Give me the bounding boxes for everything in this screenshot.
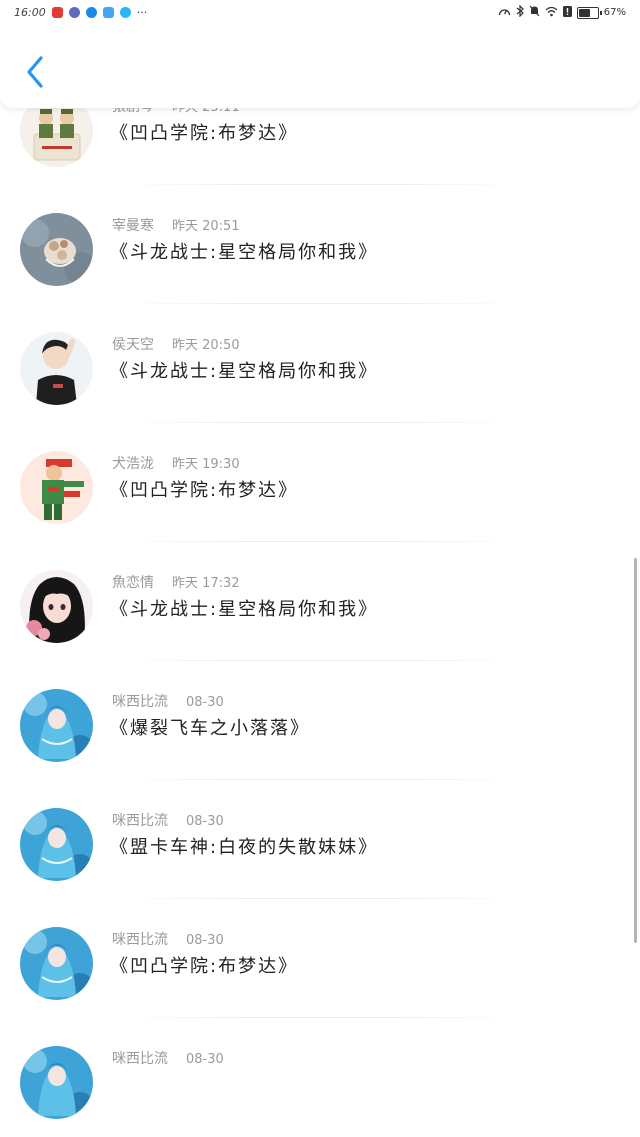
back-button[interactable] [18,54,52,94]
notification-app-icon [85,7,97,18]
notification-app-icon [68,7,80,18]
item-title[interactable]: 《斗龙战士:星空格局你和我》 [110,595,378,621]
item-user: 魚恋情 [112,575,154,591]
item-title[interactable]: 《斗龙战士:星空格局你和我》 [110,357,378,383]
list-item[interactable]: 魚恋情 昨天 17:32 《斗龙战士:星空格局你和我》 [0,542,640,661]
item-time: 08-30 [186,933,224,948]
item-time: 08-30 [186,814,224,829]
list-item[interactable]: 咪西比流 08-30 [0,1018,640,1137]
item-title[interactable]: 《盟卡车神:白夜的失散妹妹》 [110,833,378,859]
item-meta: 宰曼寒 昨天 20:51 [112,215,240,235]
blue-anime-avatar[interactable] [20,689,93,762]
item-user: 侯天空 [112,337,154,353]
item-user: 咪西比流 [112,813,168,829]
status-bar: 16:00 ··· 67% [0,0,640,26]
item-time: 08-30 [186,1052,224,1067]
flower-cup-avatar[interactable] [20,213,93,286]
alert-icon [562,5,572,20]
battery-percent: 67% [603,7,626,18]
item-meta: 魚恋情 昨天 17:32 [112,572,240,592]
item-user: 咪西比流 [112,694,168,710]
item-user: 犬浩泷 [112,456,154,472]
speed-icon [498,5,511,20]
item-title[interactable]: 《凹凸学院:布梦达》 [110,952,298,978]
mute-bell-icon [529,5,540,20]
item-meta: 侯天空 昨天 20:50 [112,334,240,354]
chevron-left-icon [24,55,46,93]
scrollbar[interactable] [634,558,637,943]
wifi-icon [545,6,558,20]
item-meta: 咪西比流 08-30 [112,691,224,711]
item-user: 咪西比流 [112,932,168,948]
item-time: 昨天 19:30 [172,457,240,472]
item-title[interactable]: 《凹凸学院:布梦达》 [110,476,298,502]
item-time: 昨天 20:50 [172,338,240,353]
boy-cartoon-avatar[interactable] [20,332,93,405]
list-item[interactable]: 咪西比流 08-30 《盟卡车神:白夜的失散妹妹》 [0,780,640,899]
list-item[interactable]: 咪西比流 08-30 《爆裂飞车之小落落》 [0,661,640,780]
item-meta: 咪西比流 08-30 [112,929,224,949]
status-time: 16:00 [14,6,46,19]
blue-anime-avatar[interactable] [20,808,93,881]
worker-avatar[interactable] [20,451,93,524]
item-time: 昨天 17:32 [172,576,240,591]
blue-anime-avatar[interactable] [20,927,93,1000]
list-item[interactable]: 侯天空 昨天 20:50 《斗龙战士:星空格局你和我》 [0,304,640,423]
blue-anime-avatar[interactable] [20,1046,93,1119]
item-meta: 咪西比流 08-30 [112,810,224,830]
item-user: 宰曼寒 [112,218,154,234]
notification-app-icon [102,7,114,18]
item-title[interactable]: 《凹凸学院:布梦达》 [110,119,298,145]
item-time: 昨天 20:51 [172,219,240,234]
bluetooth-icon [516,4,524,20]
item-time: 08-30 [186,695,224,710]
anime-girl-avatar[interactable] [20,570,93,643]
notification-app-icon [119,7,131,18]
list-item[interactable]: 咪西比流 08-30 《凹凸学院:布梦达》 [0,899,640,1018]
list-item[interactable]: 宰曼寒 昨天 20:51 《斗龙战士:星空格局你和我》 [0,185,640,304]
list-item[interactable]: 犬浩泷 昨天 19:30 《凹凸学院:布梦达》 [0,423,640,542]
item-user: 咪西比流 [112,1051,168,1067]
item-meta: 犬浩泷 昨天 19:30 [112,453,240,473]
item-meta: 咪西比流 08-30 [112,1048,224,1068]
message-list: 猿剧琴昨天 23:11 《凹凸学院:布梦达》 宰曼寒昨天 20:51 《斗龙战士… [0,0,640,1119]
battery-icon [576,6,602,19]
item-title[interactable]: 《爆裂飞车之小落落》 [110,714,310,740]
item-title[interactable]: 《斗龙战士:星空格局你和我》 [110,238,378,264]
more-notifications-icon: ··· [136,6,148,19]
notification-app-icon [51,7,63,18]
